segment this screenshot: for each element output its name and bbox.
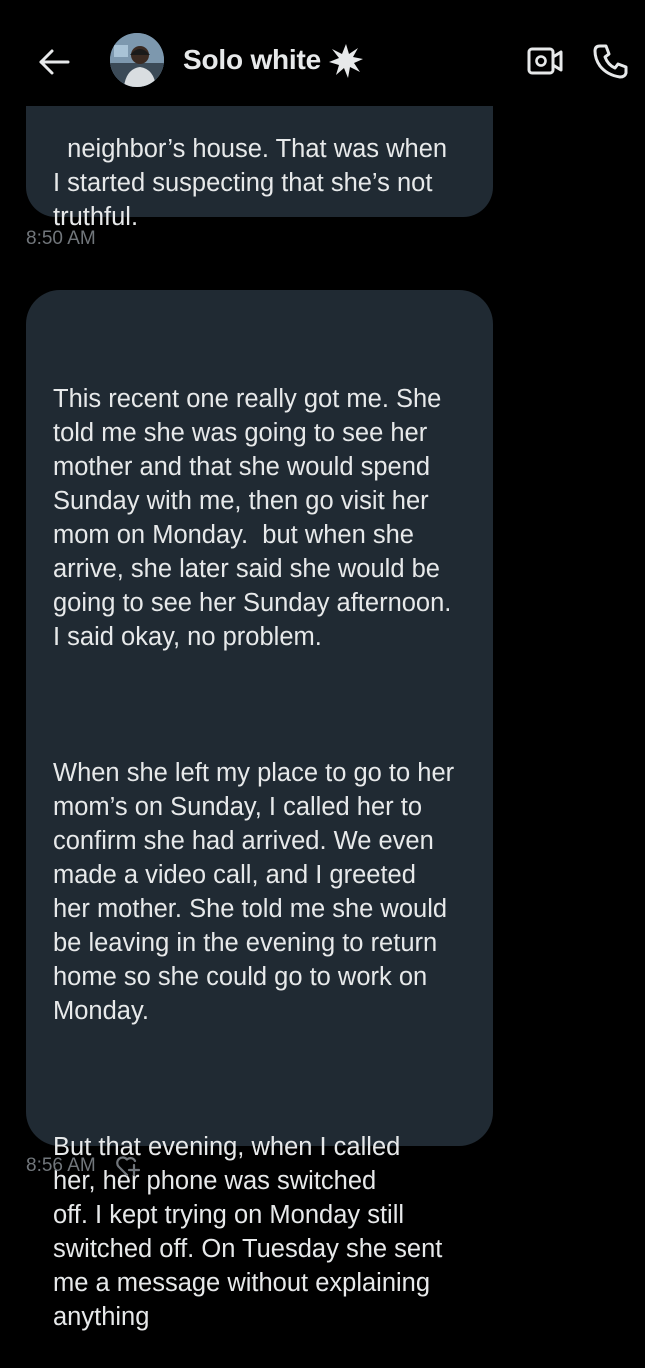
avatar[interactable] [110, 33, 164, 87]
back-arrow-icon[interactable] [34, 42, 74, 82]
sparkle-badge-icon [327, 42, 365, 80]
message-text: neighbor’s house. That was when I starte… [53, 135, 448, 231]
message-bubble[interactable]: This recent one really got me. She told … [26, 290, 493, 1331]
add-reaction-icon[interactable] [114, 1152, 142, 1180]
message-timestamp: 8:56 AM [26, 1155, 96, 1176]
message-paragraph: This recent one really got me. She told … [53, 385, 452, 651]
message-timestamp: 8:50 AM [26, 228, 96, 249]
phone-call-icon[interactable] [590, 40, 632, 82]
chat-header: Solo white [0, 0, 645, 106]
contact-name[interactable]: Solo white [183, 40, 321, 80]
video-call-icon[interactable] [524, 40, 566, 82]
message-paragraph: When she left my place to go to her mom’… [53, 759, 455, 1025]
